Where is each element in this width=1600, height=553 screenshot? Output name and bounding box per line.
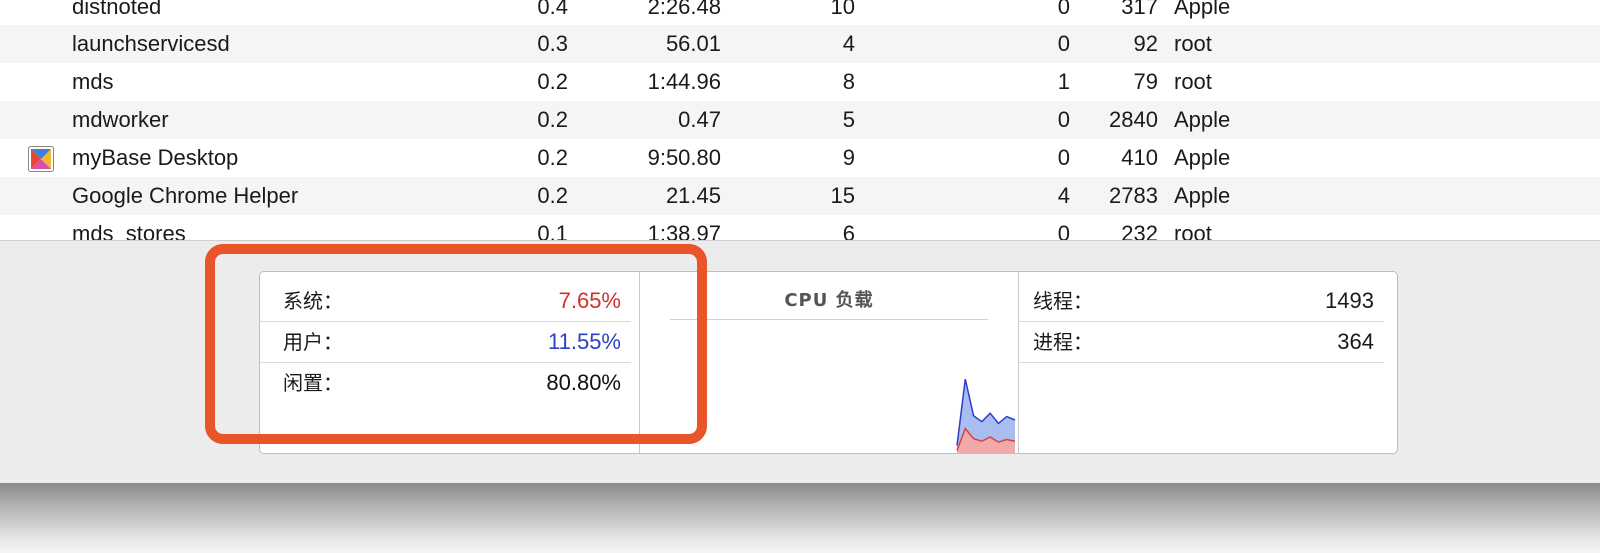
- processes-stat: 进程： 364: [1019, 322, 1384, 363]
- cpu-load-graph: [956, 379, 1016, 454]
- table-row[interactable]: Google Chrome Helper 0.2 21.45 15 4 2783…: [0, 177, 1600, 215]
- processes-value: 364: [1337, 329, 1374, 354]
- process-threads: 15: [830, 183, 855, 208]
- process-pid: 410: [1121, 145, 1158, 170]
- table-row[interactable]: myBase Desktop 0.2 9:50.80 9 0 410 Apple: [0, 139, 1600, 177]
- process-idle-wakeups: 1: [1057, 69, 1070, 94]
- process-threads: 8: [842, 69, 855, 94]
- process-idle-wakeups: 4: [1057, 183, 1070, 208]
- process-cpu: 0.3: [537, 31, 568, 56]
- process-cpu-time: 9:50.80: [647, 145, 721, 170]
- process-user: Apple: [1174, 0, 1231, 19]
- table-row[interactable]: launchservicesd 0.3 56.01 4 0 92 root: [0, 25, 1600, 63]
- process-cpu-time: 2:26.48: [647, 0, 721, 19]
- process-cpu: 0.1: [537, 221, 568, 240]
- table-row[interactable]: distnoted 0.4 2:26.48 10 0 317 Apple: [0, 0, 1600, 26]
- process-cpu-time: 21.45: [665, 183, 721, 208]
- table-row[interactable]: mdworker 0.2 0.47 5 0 2840 Apple: [0, 101, 1600, 139]
- process-name: myBase Desktop: [72, 145, 239, 170]
- process-threads: 5: [842, 107, 855, 132]
- process-user: root: [1174, 69, 1212, 94]
- process-cpu: 0.2: [537, 107, 568, 132]
- process-threads: 6: [842, 221, 855, 240]
- process-table: distnoted 0.4 2:26.48 10 0 317 Apple lau…: [0, 0, 1600, 240]
- process-name: mds_stores: [72, 221, 186, 240]
- processes-label: 进程：: [1033, 330, 1093, 354]
- process-pid: 92: [1133, 31, 1158, 56]
- process-cpu-time: 1:44.96: [647, 69, 721, 94]
- process-pid: 2840: [1109, 107, 1158, 132]
- process-cpu: 0.2: [537, 183, 568, 208]
- process-idle-wakeups: 0: [1057, 221, 1070, 240]
- process-name: distnoted: [72, 0, 162, 19]
- process-pid: 317: [1121, 0, 1158, 19]
- process-pid: 79: [1133, 69, 1158, 94]
- process-cpu-time: 1:38.97: [647, 221, 721, 240]
- process-user: root: [1174, 31, 1212, 56]
- mybase-app-icon: [28, 146, 54, 172]
- threads-stat: 线程： 1493: [1019, 281, 1384, 322]
- process-name: mds: [72, 69, 114, 94]
- process-name: mdworker: [72, 107, 169, 132]
- process-idle-wakeups: 0: [1057, 107, 1070, 132]
- process-idle-wakeups: 0: [1057, 31, 1070, 56]
- process-cpu: 0.4: [537, 0, 568, 19]
- process-threads: 4: [842, 31, 855, 56]
- process-user: Apple: [1174, 183, 1231, 208]
- process-cpu-time: 56.01: [665, 31, 721, 56]
- process-cpu-time: 0.47: [678, 107, 721, 132]
- process-user: root: [1174, 221, 1212, 240]
- table-row[interactable]: mds 0.2 1:44.96 8 1 79 root: [0, 63, 1600, 101]
- process-idle-wakeups: 0: [1057, 145, 1070, 170]
- process-name: Google Chrome Helper: [72, 183, 299, 208]
- window-shadow: [0, 483, 1600, 553]
- threads-value: 1493: [1325, 288, 1374, 313]
- highlight-annotation: [205, 244, 707, 444]
- process-cpu: 0.2: [537, 69, 568, 94]
- table-row[interactable]: mds_stores 0.1 1:38.97 6 0 232 root: [0, 215, 1600, 240]
- process-user: Apple: [1174, 107, 1231, 132]
- process-pid: 2783: [1109, 183, 1158, 208]
- process-idle-wakeups: 0: [1057, 0, 1070, 19]
- chart-separator: [670, 319, 988, 320]
- process-threads: 10: [830, 0, 855, 19]
- process-pid: 232: [1121, 221, 1158, 240]
- process-threads: 9: [842, 145, 855, 170]
- process-user: Apple: [1174, 145, 1231, 170]
- process-name: launchservicesd: [72, 31, 230, 56]
- process-cpu: 0.2: [537, 145, 568, 170]
- threads-label: 线程：: [1033, 289, 1093, 313]
